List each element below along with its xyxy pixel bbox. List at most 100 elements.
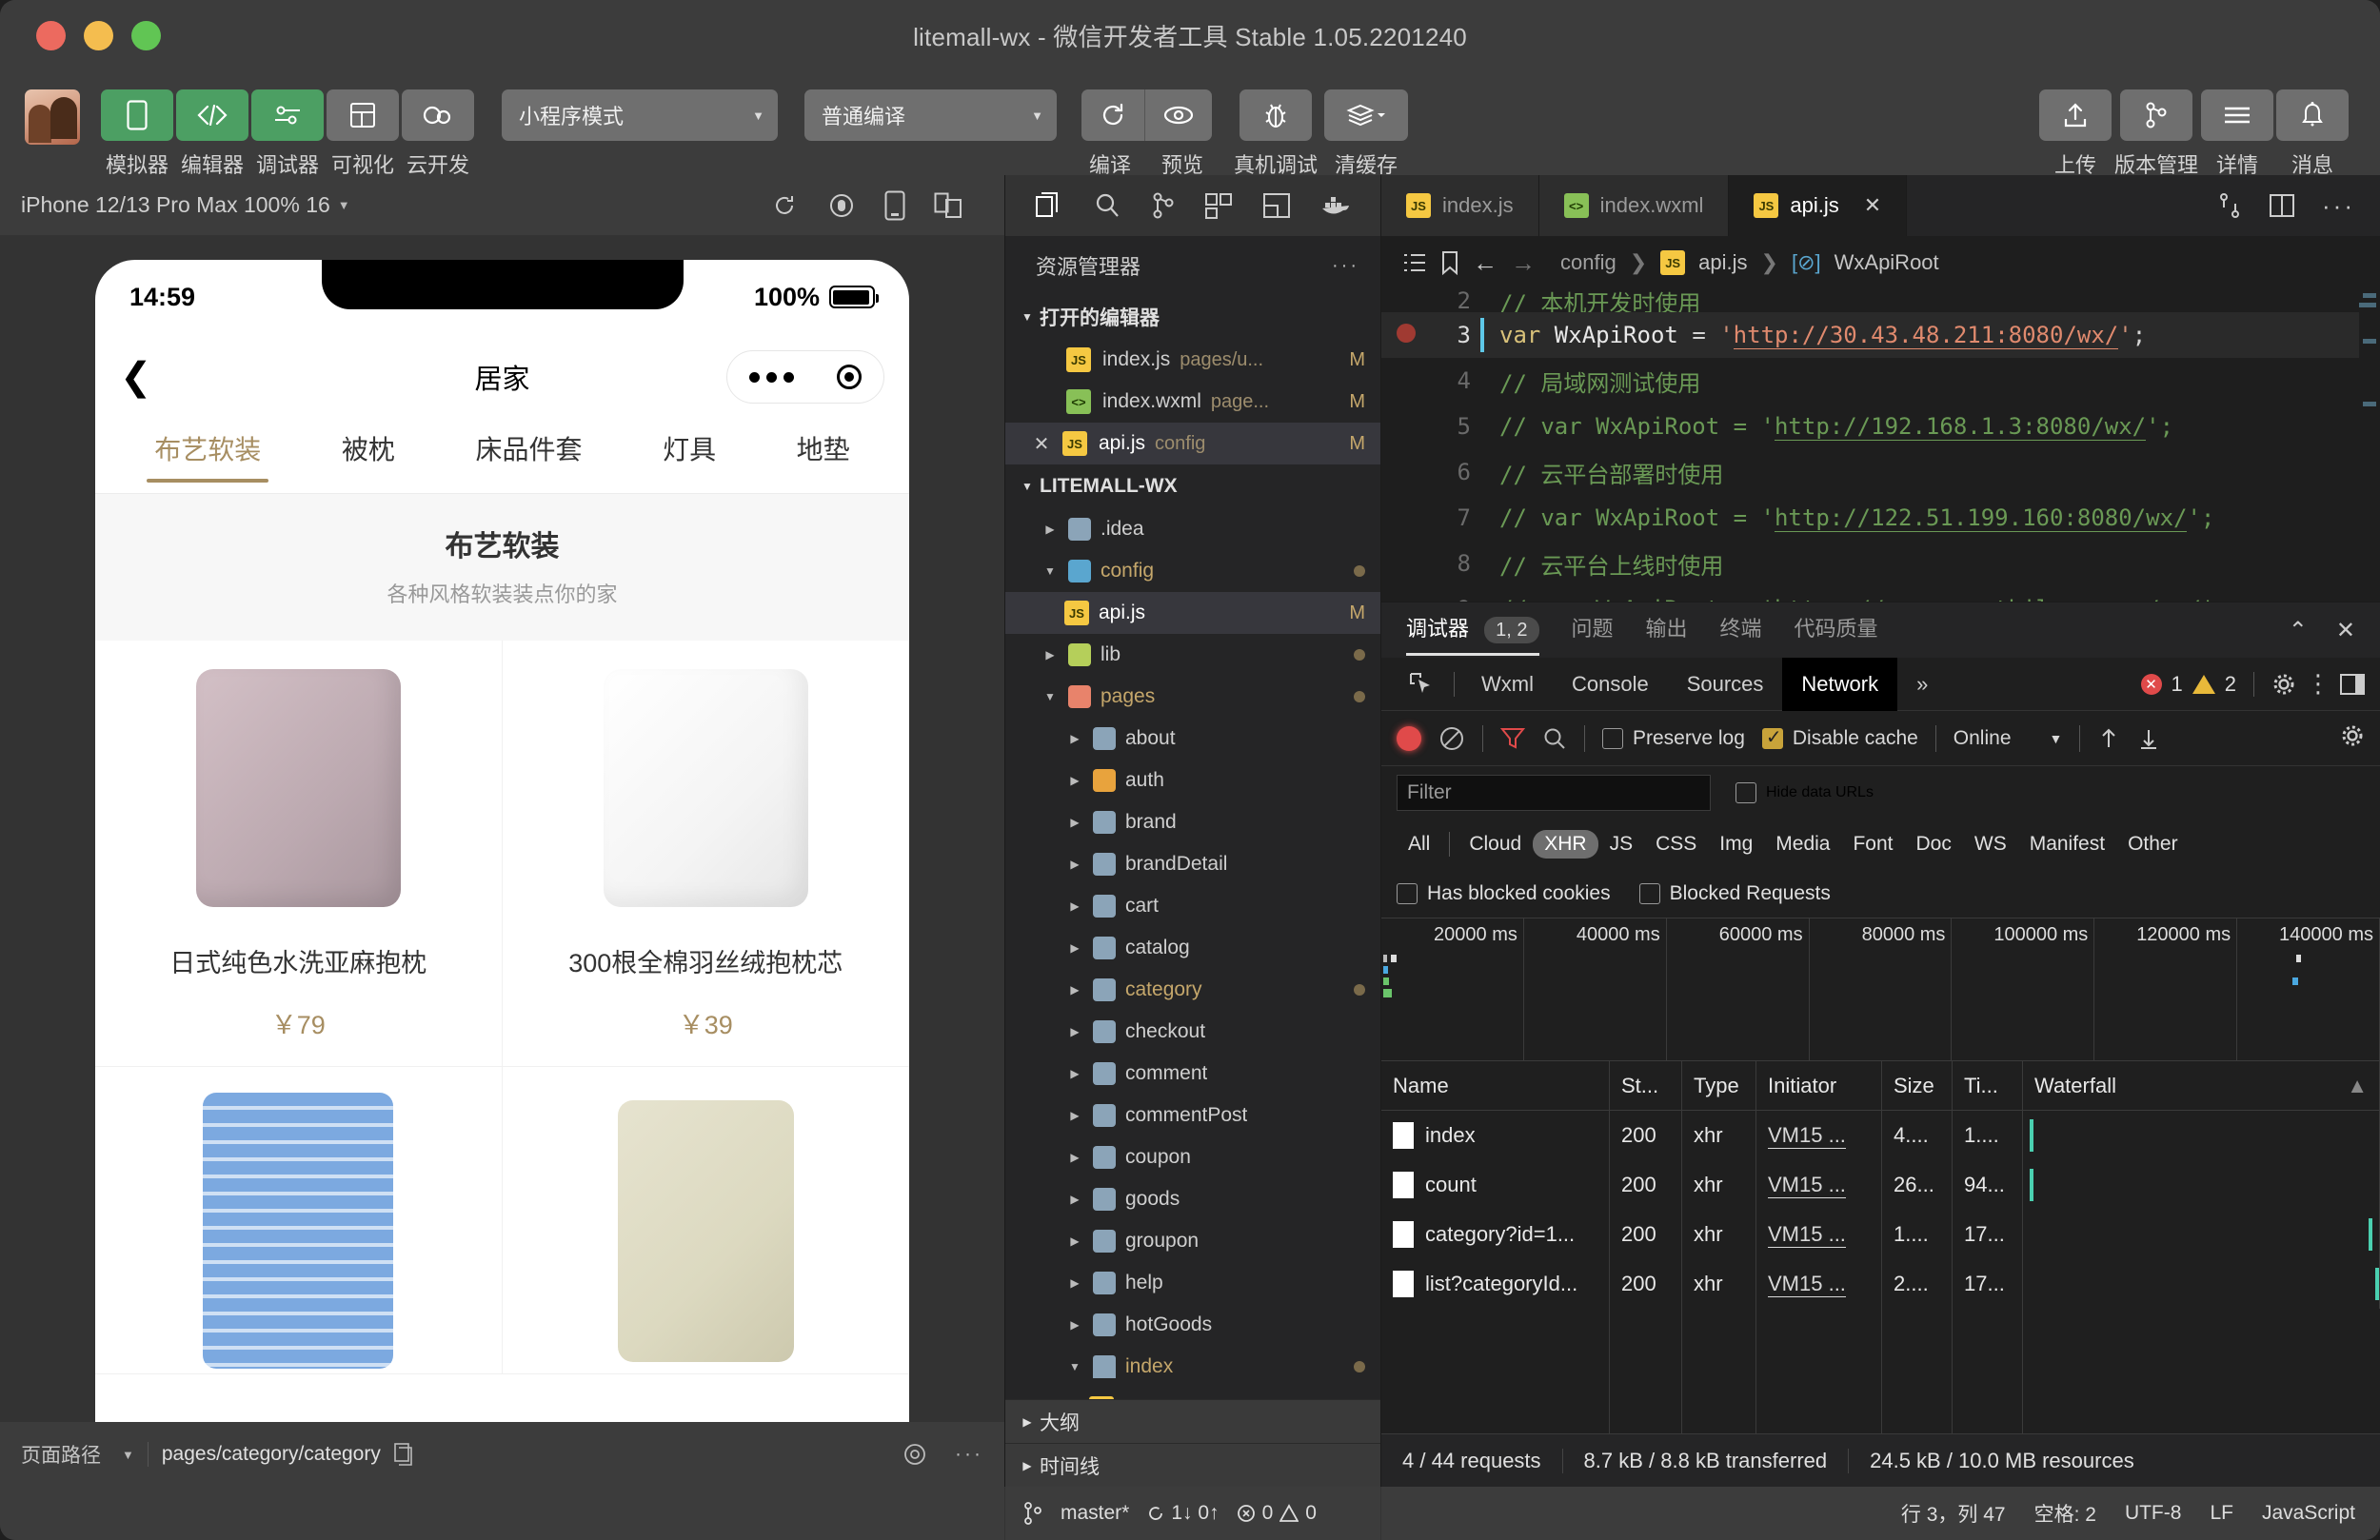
tree-item-goods[interactable]: ▶ goods xyxy=(1005,1178,1380,1220)
close-icon[interactable]: ✕ xyxy=(2336,617,2355,644)
files-icon[interactable] xyxy=(1035,191,1063,220)
panel-tabs-overflow[interactable]: » xyxy=(1897,658,1947,711)
devtools-tab-debugger[interactable]: 调试器 1, 2 xyxy=(1406,612,1539,656)
toolbar-button-real-device-debug[interactable]: 真机调试 xyxy=(1234,76,1318,179)
filter-icon[interactable] xyxy=(1500,726,1525,751)
tree-item-brand[interactable]: ▶ brand xyxy=(1005,801,1380,843)
tree-item-comment[interactable]: ▶ comment xyxy=(1005,1053,1380,1095)
docker-icon[interactable] xyxy=(1320,193,1351,218)
open-editor-item[interactable]: <> index.wxml page... M xyxy=(1005,381,1380,423)
rotate-icon[interactable] xyxy=(770,191,799,220)
dock-side-icon[interactable] xyxy=(2340,672,2365,697)
table-row[interactable]: index 200 xhr VM15 ... 4.... 1.... xyxy=(1381,1111,2380,1160)
close-icon[interactable]: ✕ xyxy=(1864,193,1881,218)
type-filter-doc[interactable]: Doc xyxy=(1905,830,1963,859)
toolbar-button-upload[interactable]: 上传 xyxy=(2038,76,2112,179)
table-row[interactable]: count 200 xhr VM15 ... 26... 94... xyxy=(1381,1160,2380,1210)
open-editor-item-active[interactable]: ✕ JS api.js config M xyxy=(1005,423,1380,464)
tree-item-index[interactable]: ▼ index xyxy=(1005,1346,1380,1388)
import-har-icon[interactable] xyxy=(2097,726,2120,751)
chevron-up-icon[interactable]: ⌃ xyxy=(2289,617,2308,644)
column-header-status[interactable]: St... xyxy=(1610,1060,1682,1111)
tree-item-commentpost[interactable]: ▶ commentPost xyxy=(1005,1095,1380,1136)
more-icon[interactable]: ··· xyxy=(1332,255,1359,277)
request-initiator[interactable]: VM15 ... xyxy=(1768,1222,1846,1248)
git-sync-status[interactable]: 1↓ 0↑ xyxy=(1146,1502,1220,1525)
type-filter-manifest[interactable]: Manifest xyxy=(2018,830,2116,859)
cursor-position[interactable]: 行 3，列 47 xyxy=(1901,1499,2006,1528)
toolbar-button-cloud[interactable]: 云开发 xyxy=(402,76,474,179)
toolbar-button-simulator[interactable]: 模拟器 xyxy=(101,76,173,179)
disable-cache-checkbox[interactable]: Disable cache xyxy=(1761,725,1918,750)
tree-item-pages[interactable]: ▼ pages xyxy=(1005,676,1380,718)
search-icon[interactable] xyxy=(1542,726,1567,751)
indentation[interactable]: 空格: 2 xyxy=(2034,1499,2096,1528)
open-editor-item[interactable]: JS index.js pages/u... M xyxy=(1005,339,1380,381)
tree-item-category[interactable]: ▶ category xyxy=(1005,969,1380,1011)
toolbar-button-editor[interactable]: 编辑器 xyxy=(176,76,248,179)
device-select[interactable]: iPhone 12/13 Pro Max 100% 16 xyxy=(21,192,330,218)
split-compare-icon[interactable] xyxy=(2217,191,2242,220)
breakpoint-icon[interactable] xyxy=(1381,322,1431,348)
type-filter-js[interactable]: JS xyxy=(1598,830,1645,859)
tree-item-help[interactable]: ▶ help xyxy=(1005,1262,1380,1304)
panel-tab-wxml[interactable]: Wxml xyxy=(1462,658,1553,711)
page-path-label[interactable]: 页面路径 xyxy=(21,1440,101,1469)
preserve-log-checkbox[interactable]: Preserve log xyxy=(1602,727,1745,750)
gear-icon[interactable] xyxy=(2271,672,2296,697)
column-header-waterfall[interactable]: Waterfall ▲ xyxy=(2023,1060,2380,1111)
close-icon[interactable]: ✕ xyxy=(1030,432,1053,456)
type-filter-ws[interactable]: WS xyxy=(1963,830,2018,859)
editor-tab-index-js[interactable]: JS index.js xyxy=(1381,175,1539,236)
hide-data-urls-checkbox[interactable]: Hide data URLs xyxy=(1735,782,1874,803)
problems-status[interactable]: 0 0 xyxy=(1237,1502,1317,1525)
type-filter-css[interactable]: CSS xyxy=(1644,830,1708,859)
preview-button[interactable] xyxy=(1143,89,1212,141)
breadcrumb-symbol[interactable]: WxApiRoot xyxy=(1835,250,1939,275)
type-filter-img[interactable]: Img xyxy=(1708,830,1764,859)
tree-item-catalog[interactable]: ▶ catalog xyxy=(1005,927,1380,969)
section-timeline[interactable]: ▶ 时间线 xyxy=(1005,1443,1380,1487)
compile-select[interactable]: 普通编译 ▼ xyxy=(804,89,1057,141)
extensions-icon[interactable] xyxy=(1204,191,1233,220)
compile-button[interactable] xyxy=(1081,89,1144,141)
filter-input[interactable]: Filter xyxy=(1397,775,1711,811)
more-vertical-icon[interactable]: ⋮ xyxy=(2306,669,2330,699)
language-mode[interactable]: JavaScript xyxy=(2262,1502,2355,1525)
request-initiator[interactable]: VM15 ... xyxy=(1768,1173,1846,1198)
devtools-tab-terminal[interactable]: 终端 xyxy=(1720,612,1762,648)
network-settings-icon[interactable] xyxy=(2340,723,2365,748)
panel-tab-console[interactable]: Console xyxy=(1553,658,1668,711)
goods-item[interactable]: 300根全棉羽丝绒抱枕芯 ￥39 xyxy=(502,641,909,1067)
more-icon[interactable] xyxy=(748,371,794,383)
has-blocked-cookies-checkbox[interactable]: Has blocked cookies xyxy=(1397,882,1611,905)
column-header-time[interactable]: Ti... xyxy=(1953,1060,2023,1111)
type-filter-media[interactable]: Media xyxy=(1764,830,1841,859)
section-open-editors[interactable]: ▼ 打开的编辑器 xyxy=(1005,295,1380,339)
column-header-type[interactable]: Type xyxy=(1682,1060,1756,1111)
tree-item-cart[interactable]: ▶ cart xyxy=(1005,885,1380,927)
tab-dengju[interactable]: 灯具 xyxy=(663,420,716,467)
tree-item-auth[interactable]: ▶ auth xyxy=(1005,760,1380,801)
type-filter-all[interactable]: All xyxy=(1397,830,1441,859)
breadcrumb-file[interactable]: api.js xyxy=(1698,250,1747,275)
arrow-left-icon[interactable]: ← xyxy=(1473,248,1497,278)
section-outline[interactable]: ▶ 大纲 xyxy=(1005,1399,1380,1443)
goods-item[interactable] xyxy=(95,1067,503,1374)
tree-item-hotgoods[interactable]: ▶ hotGoods xyxy=(1005,1304,1380,1346)
source-control-icon[interactable] xyxy=(1151,191,1176,220)
tree-item-branddetail[interactable]: ▶ brandDetail xyxy=(1005,843,1380,885)
device-icon[interactable] xyxy=(884,190,905,221)
devtools-tab-output[interactable]: 输出 xyxy=(1646,612,1688,648)
split-editor-icon[interactable] xyxy=(2269,193,2295,218)
search-icon[interactable] xyxy=(1093,191,1121,220)
clear-icon[interactable] xyxy=(1438,725,1465,752)
tree-item-coupon[interactable]: ▶ coupon xyxy=(1005,1136,1380,1178)
split-icon[interactable] xyxy=(934,192,962,219)
throttle-select[interactable]: Online ▼ xyxy=(1954,727,2063,750)
tree-item-lib[interactable]: ▶ lib xyxy=(1005,634,1380,676)
record-button[interactable] xyxy=(1397,725,1421,751)
git-branch-name[interactable]: master* xyxy=(1061,1502,1129,1525)
toolbar-button-visualization[interactable]: 可视化 xyxy=(327,76,399,179)
type-filter-cloud[interactable]: Cloud xyxy=(1458,830,1533,859)
